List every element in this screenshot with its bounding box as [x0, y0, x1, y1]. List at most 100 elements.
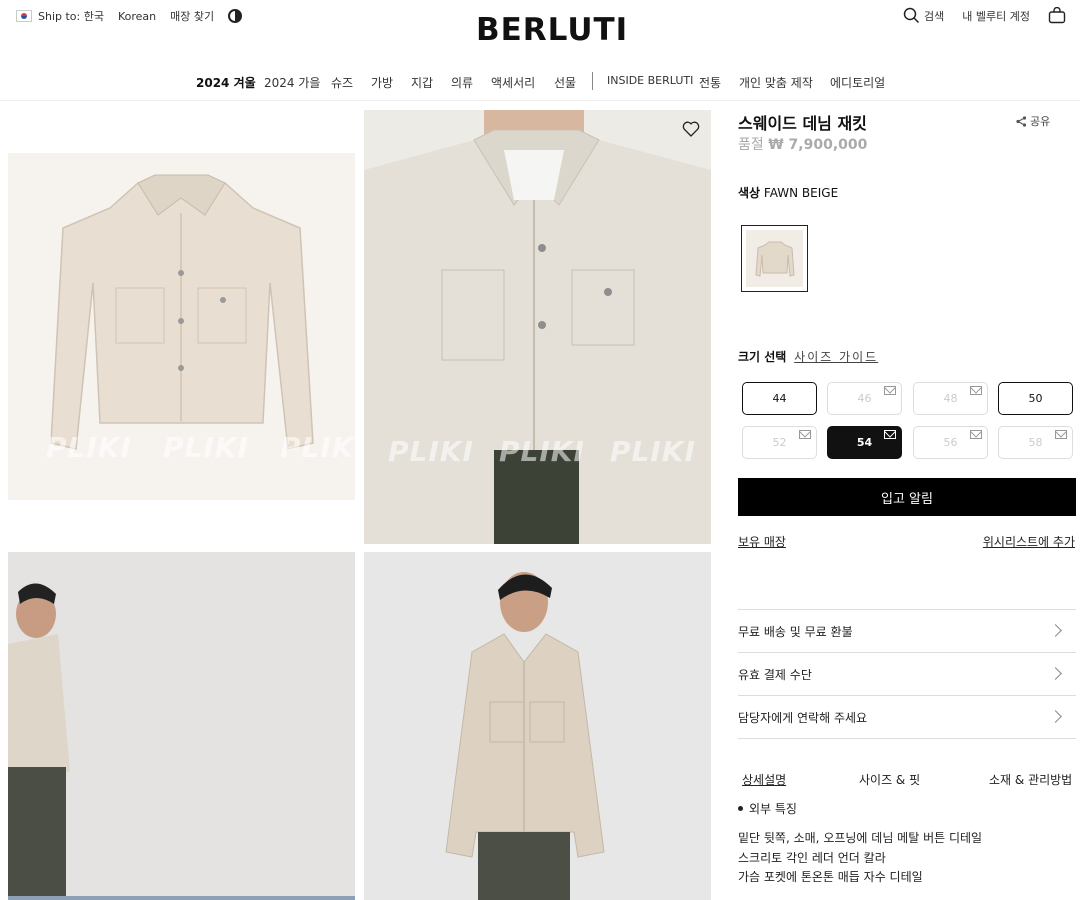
product-image-closeup[interactable]: PLIKI PLIKI PLIKI [364, 110, 711, 544]
size-option-54[interactable]: 54 [827, 426, 902, 459]
search-button[interactable]: 검색 [903, 7, 944, 24]
account-link[interactable]: 내 벨루티 계정 [962, 8, 1030, 24]
features-heading: 외부 특징 [738, 800, 797, 817]
watermark-text: PLIKI [46, 431, 132, 464]
nav-item-accessories[interactable]: 액세서리 [491, 74, 535, 91]
accordion-payment-methods[interactable]: 유효 결제 수단 [738, 652, 1076, 695]
top-right-utilities: 검색 내 벨루티 계정 [903, 7, 1066, 24]
size-option-58[interactable]: 58 [998, 426, 1073, 459]
sold-out-label: 품절 [738, 137, 764, 153]
chevron-right-icon [1049, 624, 1062, 637]
nav-item-winter-2024[interactable]: 2024 겨울 [196, 74, 256, 91]
size-label: 크기 선택 [738, 350, 787, 364]
nav-divider [592, 72, 593, 90]
nav-item-inside-berluti[interactable]: INSIDE BERLUTI [607, 74, 693, 87]
tab-material-care[interactable]: 소재 & 관리방법 [989, 771, 1072, 788]
product-price: 품절 ₩ 7,900,000 [738, 134, 867, 154]
mail-icon [884, 430, 896, 439]
size-option-50[interactable]: 50 [998, 382, 1073, 415]
top-bar: Ship to: 한국 Korean 매장 찾기 BERLUTI 검색 내 벨루… [0, 0, 1080, 60]
size-option-label: 44 [772, 392, 787, 405]
watermark-text: PLIKI [610, 435, 696, 468]
mail-icon [884, 386, 896, 395]
mail-icon [799, 430, 811, 439]
size-option-label: 58 [1028, 436, 1043, 449]
nav-item-wallets[interactable]: 지갑 [411, 74, 433, 91]
tab-size-fit[interactable]: 사이즈 & 핏 [859, 771, 920, 788]
ship-to-selector[interactable]: Ship to: 한국 [16, 8, 104, 24]
mail-icon [970, 386, 982, 395]
size-option-label: 50 [1028, 392, 1043, 405]
size-row: 크기 선택 사이즈 가이드 [738, 348, 878, 365]
nav-divider-line [0, 100, 1080, 101]
size-option-56[interactable]: 56 [913, 426, 988, 459]
color-swatch-fawn-beige[interactable] [741, 225, 808, 292]
accordion-label: 유효 결제 수단 [738, 667, 812, 682]
accordion-label: 무료 배송 및 무료 환불 [738, 624, 853, 639]
description-line: 가슴 포켓에 톤온톤 매듭 자수 디테일 [738, 870, 923, 884]
size-option-label: 52 [772, 436, 787, 449]
description-line: 밑단 뒷쪽, 소매, 오프닝에 데님 메탈 버튼 디테일 [738, 831, 983, 845]
nav-item-clothing[interactable]: 의류 [451, 74, 473, 91]
product-image-flat[interactable]: PLIKI PLIKI PLIKI [8, 153, 355, 500]
price-value: ₩ 7,900,000 [768, 137, 868, 153]
size-option-52[interactable]: 52 [742, 426, 817, 459]
store-finder-link[interactable]: 매장 찾기 [170, 8, 214, 24]
share-button[interactable]: 공유 [1016, 113, 1050, 129]
color-row: 색상 FAWN BEIGE [738, 184, 838, 201]
nav-item-bags[interactable]: 가방 [371, 74, 393, 91]
nav-item-fall-2024[interactable]: 2024 가을 [264, 74, 320, 91]
size-option-label: 46 [857, 392, 872, 405]
mail-icon [1055, 430, 1067, 439]
size-guide-link[interactable]: 사이즈 가이드 [794, 350, 878, 364]
size-option-label: 48 [943, 392, 958, 405]
language-selector[interactable]: Korean [118, 10, 156, 23]
size-option-label: 56 [943, 436, 958, 449]
store-stock-link[interactable]: 보유 매장 [738, 533, 786, 550]
swatch-thumbnail [746, 230, 803, 287]
description-line: 스크리토 각인 레더 언더 칼라 [738, 851, 886, 865]
color-value: FAWN BEIGE [763, 186, 839, 200]
model-side-illustration [8, 552, 355, 900]
add-to-wishlist-link[interactable]: 위시리스트에 추가 [983, 533, 1075, 550]
ship-to-label: Ship to: 한국 [38, 10, 104, 23]
watermark-text: PLIKI [388, 435, 474, 468]
size-option-46[interactable]: 46 [827, 382, 902, 415]
top-left-utilities: Ship to: 한국 Korean 매장 찾기 [16, 8, 243, 24]
notify-restock-button[interactable]: 입고 알림 [738, 478, 1076, 516]
chevron-right-icon [1049, 710, 1062, 723]
nav-item-gifts[interactable]: 선물 [554, 74, 576, 91]
nav-item-bespoke[interactable]: 개인 맞춤 제작 [739, 74, 813, 91]
product-image-side[interactable] [8, 552, 355, 900]
accordion-contact-advisor[interactable]: 담당자에게 연락해 주세요 [738, 695, 1076, 738]
accordion-bottom-border [738, 738, 1076, 739]
main-nav: 2024 겨울 2024 가을 슈즈 가방 지갑 의류 액세서리 선물 INSI… [0, 72, 1080, 92]
size-option-label: 54 [856, 436, 873, 449]
share-label: 공유 [1030, 115, 1051, 128]
chevron-right-icon [1049, 667, 1062, 680]
product-image-front[interactable] [364, 552, 711, 900]
size-option-44[interactable]: 44 [742, 382, 817, 415]
shopping-bag-icon[interactable] [1048, 7, 1066, 24]
accordion-label: 담당자에게 연락해 주세요 [738, 710, 868, 725]
wishlist-heart-icon[interactable] [682, 120, 700, 138]
color-label: 색상 [738, 186, 761, 200]
watermark-text: PLIKI [280, 431, 355, 464]
size-option-48[interactable]: 48 [913, 382, 988, 415]
tab-details[interactable]: 상세설명 [742, 771, 786, 788]
nav-item-heritage[interactable]: 전통 [699, 74, 721, 91]
korea-flag-icon [16, 10, 32, 22]
contrast-toggle-icon[interactable] [228, 9, 243, 23]
jacket-closeup-illustration [364, 110, 711, 544]
share-icon [1016, 115, 1027, 127]
search-icon [903, 7, 920, 24]
accordion-free-shipping[interactable]: 무료 배송 및 무료 환불 [738, 609, 1076, 652]
features-heading-label: 외부 특징 [749, 802, 797, 816]
watermark-text: PLIKI [163, 431, 249, 464]
nav-item-editorial[interactable]: 에디토리얼 [830, 74, 885, 91]
brand-logo[interactable]: BERLUTI [476, 12, 628, 48]
detail-tabs: 상세설명 사이즈 & 핏 소재 & 관리방법 [738, 771, 1076, 789]
nav-item-shoes[interactable]: 슈즈 [331, 74, 353, 91]
watermark-text: PLIKI [499, 435, 585, 468]
search-label: 검색 [924, 9, 945, 23]
